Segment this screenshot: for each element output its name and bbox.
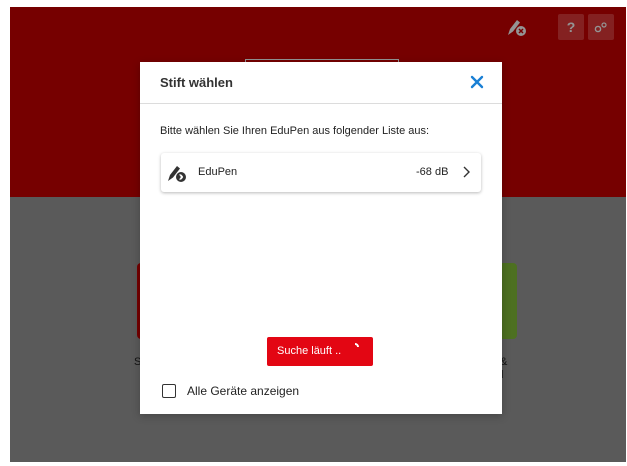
device-signal-strength: -68 dB xyxy=(416,166,449,178)
dialog-title: Stift wählen xyxy=(160,75,233,90)
device-name: EduPen xyxy=(198,166,238,178)
show-all-devices-option[interactable]: Alle Geräte anzeigen xyxy=(162,381,362,401)
pen-select-dialog: Stift wählen Bitte wählen Sie Ihren EduP… xyxy=(140,62,502,414)
search-button-label: Suche läuft .. xyxy=(277,345,342,357)
device-list-item[interactable]: EduPen -68 dB xyxy=(161,153,481,192)
close-icon xyxy=(470,75,484,89)
dialog-header: Stift wählen xyxy=(140,62,502,104)
spinner-icon xyxy=(354,343,359,348)
chevron-right-icon xyxy=(463,166,470,178)
close-button[interactable] xyxy=(466,71,488,93)
show-all-devices-label: Alle Geräte anzeigen xyxy=(187,384,300,398)
instruction-text: Bitte wählen Sie Ihren EduPen aus folgen… xyxy=(160,125,430,137)
search-button[interactable]: Suche läuft .. xyxy=(267,337,373,366)
pen-bluetooth-icon xyxy=(168,166,186,182)
show-all-devices-checkbox[interactable] xyxy=(162,384,176,398)
